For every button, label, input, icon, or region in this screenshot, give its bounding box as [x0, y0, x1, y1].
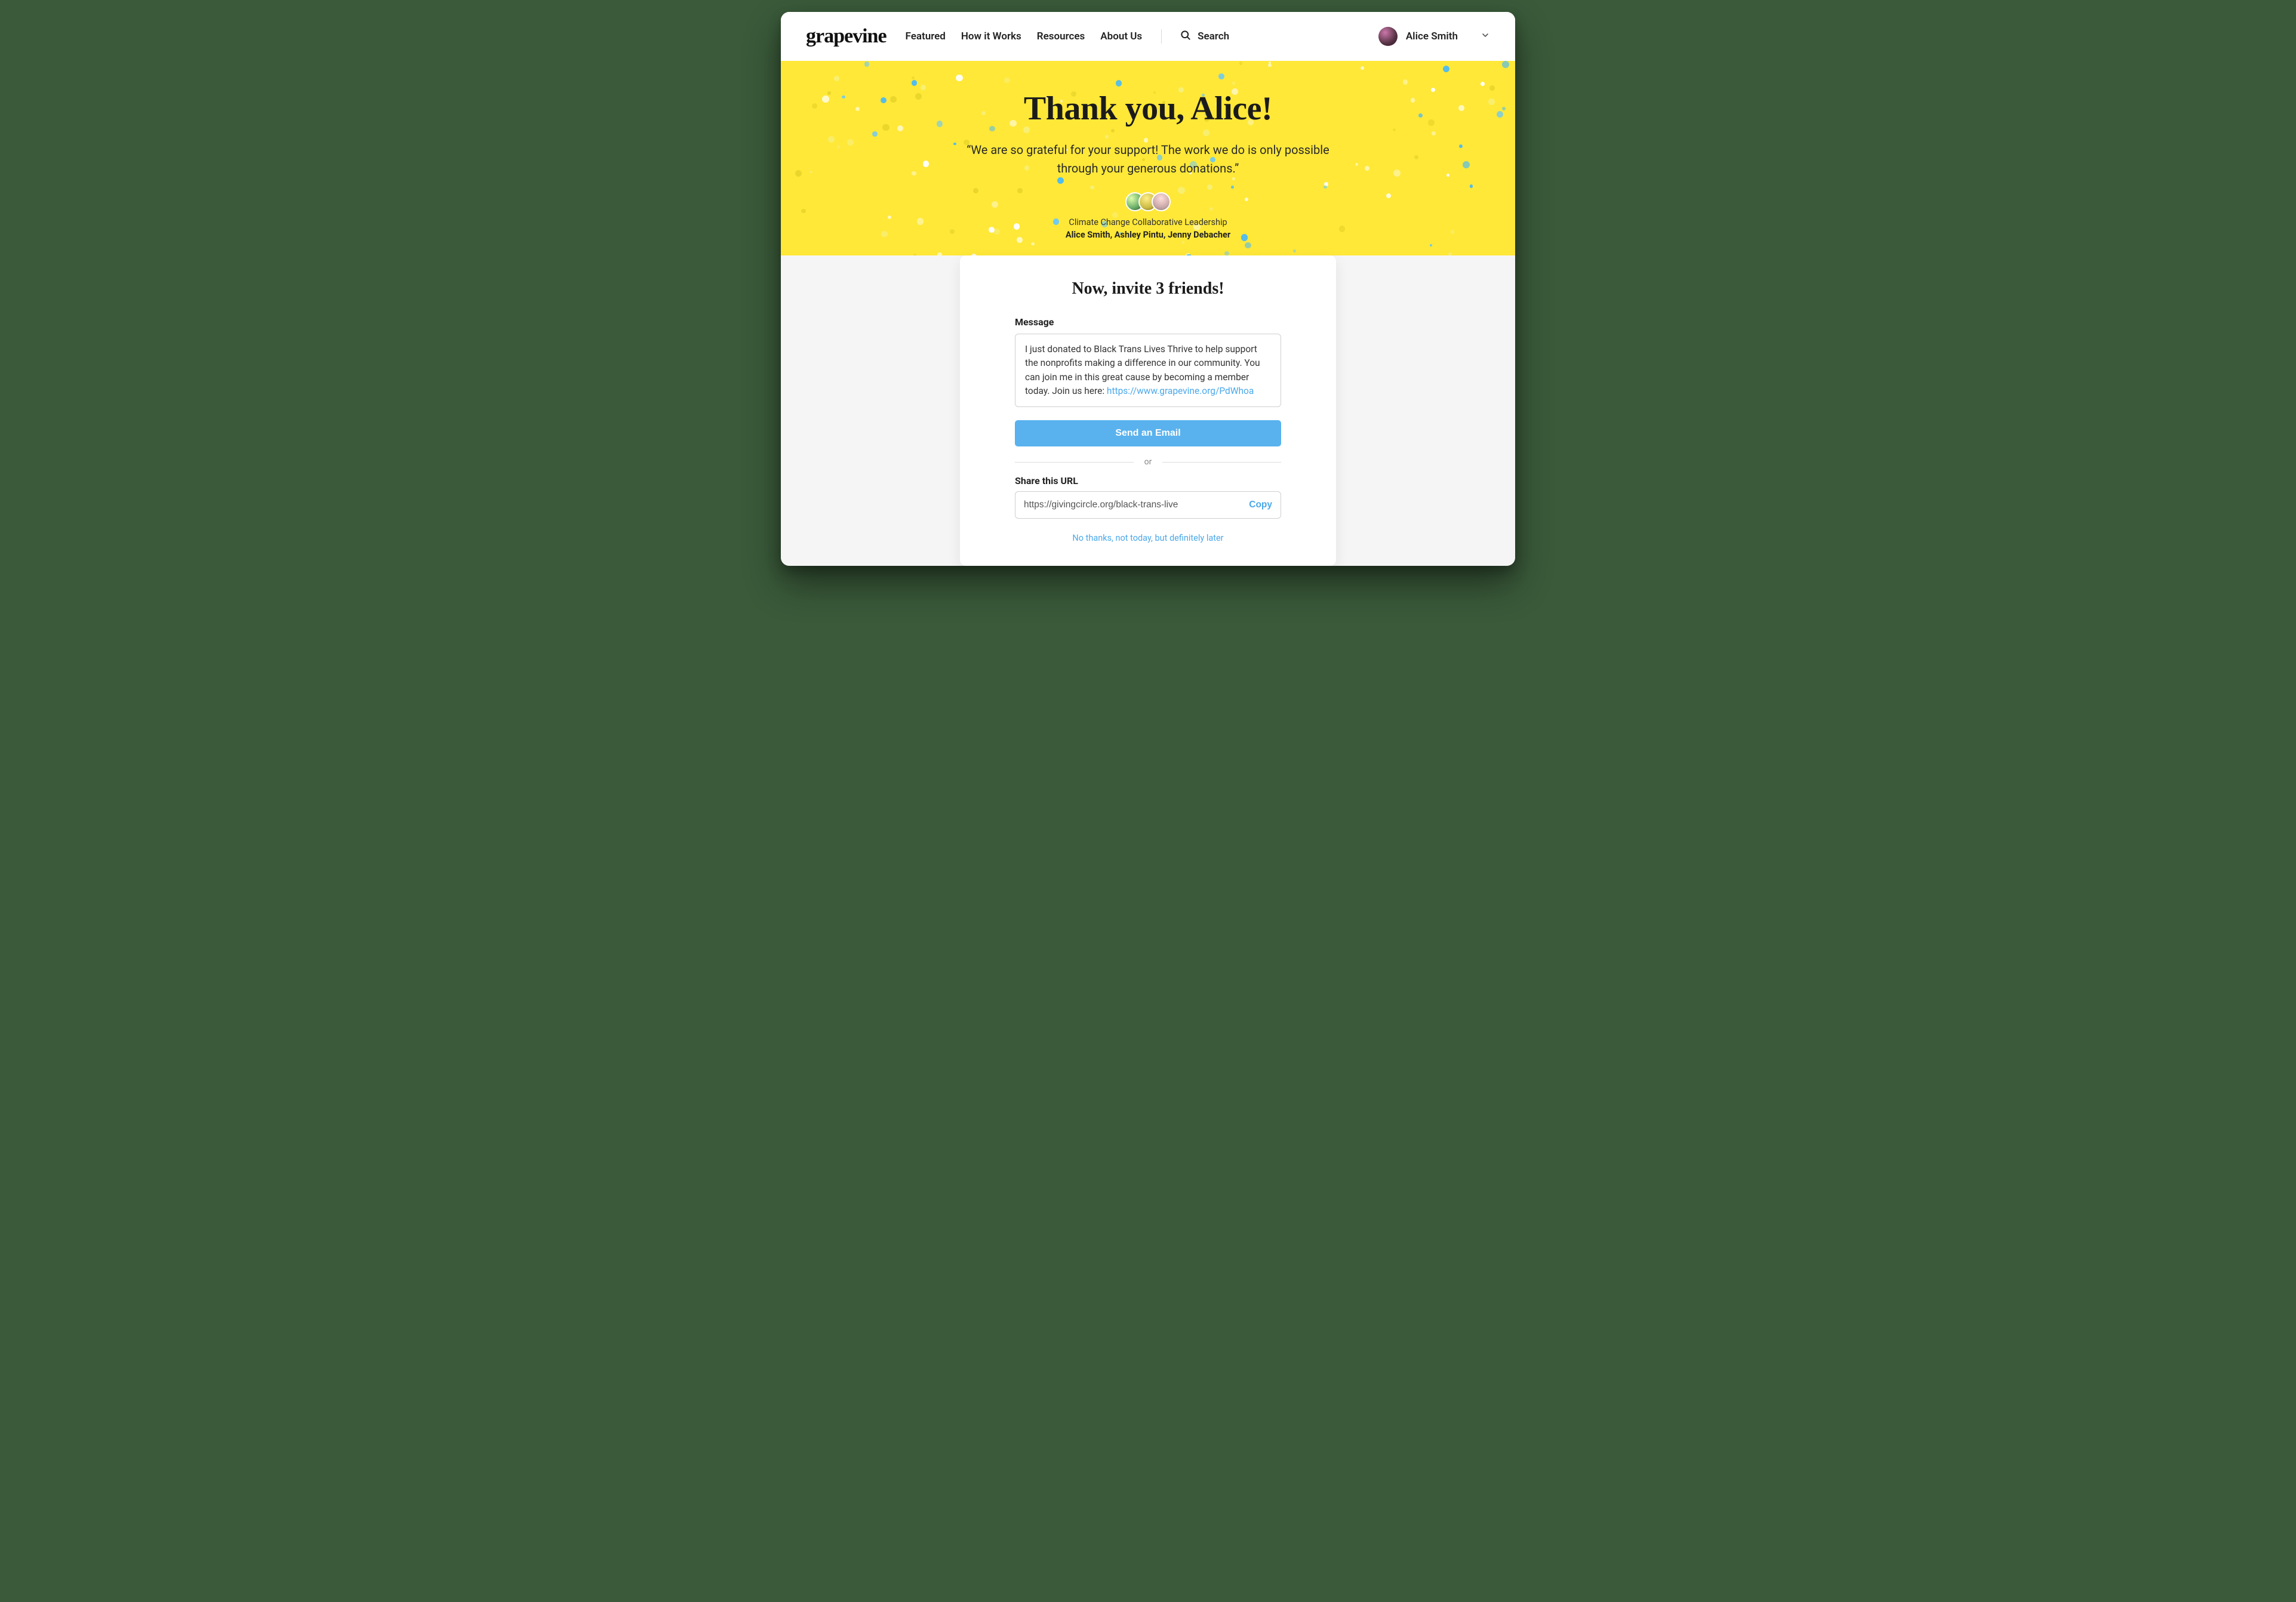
share-url-row: Copy	[1015, 491, 1281, 519]
page-title: Thank you, Alice!	[781, 90, 1515, 128]
nav-links: Featured How it Works Resources About Us…	[906, 29, 1230, 44]
nav-featured[interactable]: Featured	[906, 30, 946, 42]
message-link[interactable]: https://www.grapevine.org/PdWhoa	[1107, 386, 1254, 396]
chevron-down-icon	[1481, 30, 1490, 42]
share-url-label: Share this URL	[1015, 475, 1281, 486]
search-label: Search	[1198, 30, 1229, 42]
or-text: or	[1144, 457, 1152, 467]
nav-how-it-works[interactable]: How it Works	[961, 30, 1021, 42]
message-textarea[interactable]: I just donated to Black Trans Lives Thri…	[1015, 334, 1281, 407]
divider-line	[1015, 462, 1134, 463]
copy-button[interactable]: Copy	[1249, 500, 1272, 510]
divider-line	[1162, 462, 1281, 463]
nav-resources[interactable]: Resources	[1037, 30, 1085, 42]
leader-names: Alice Smith, Ashley Pintu, Jenny Debache…	[781, 230, 1515, 240]
lower-section: Now, invite 3 friends! Message I just do…	[781, 255, 1515, 566]
share-url-input[interactable]	[1024, 500, 1249, 510]
message-label: Message	[1015, 316, 1281, 328]
leader-avatar	[1152, 192, 1171, 211]
nav-divider	[1161, 29, 1162, 44]
user-avatar	[1378, 27, 1398, 46]
search-icon	[1180, 29, 1192, 44]
invite-title: Now, invite 3 friends!	[1015, 279, 1281, 298]
user-name: Alice Smith	[1406, 30, 1458, 42]
org-name: Climate Change Collaborative Leadership	[781, 217, 1515, 227]
top-nav: grapevine Featured How it Works Resource…	[781, 12, 1515, 61]
send-email-button[interactable]: Send an Email	[1015, 420, 1281, 446]
thank-you-quote: “We are so grateful for your support! Th…	[957, 141, 1339, 178]
search-button[interactable]: Search	[1180, 29, 1229, 44]
nav-about-us[interactable]: About Us	[1100, 30, 1142, 42]
invite-card: Now, invite 3 friends! Message I just do…	[960, 255, 1336, 566]
leader-avatars	[781, 192, 1515, 211]
user-menu[interactable]: Alice Smith	[1378, 27, 1490, 46]
or-divider: or	[1015, 457, 1281, 467]
skip-link[interactable]: No thanks, not today, but definitely lat…	[1015, 533, 1281, 543]
brand-logo[interactable]: grapevine	[806, 25, 887, 48]
app-window: grapevine Featured How it Works Resource…	[781, 12, 1515, 566]
